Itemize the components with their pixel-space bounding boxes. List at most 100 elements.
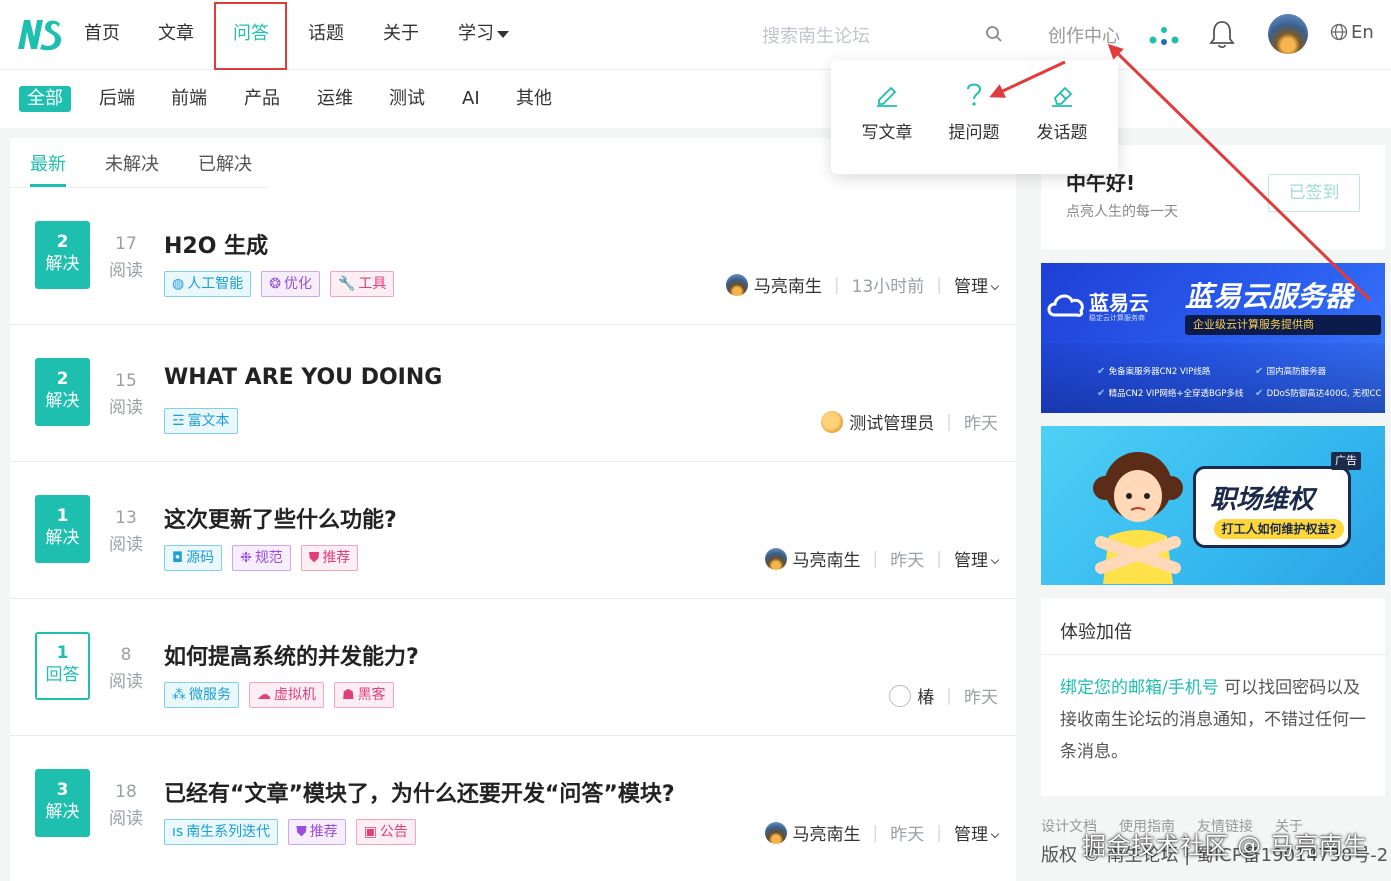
tag[interactable]: ☁ 虚拟机 <box>249 682 324 708</box>
question-list-panel: 最新 未解决 已解决 2 解决 17 阅读 H2O 生成 ◍ 人工智能 ❂ 优化 🔧 工具… <box>10 138 1016 881</box>
question-row[interactable]: 2 解决 15 阅读 WHAT ARE YOU DOING ☲ 富文本 测试管理员 |… <box>10 325 1016 462</box>
nav-about[interactable]: 关于 <box>383 22 419 46</box>
question-title[interactable]: 这次更新了些什么功能? <box>164 502 397 534</box>
author-avatar[interactable] <box>764 547 787 570</box>
creator-center-link[interactable]: 创作中心 <box>1048 22 1120 48</box>
ad-banner-workplace[interactable]: 职场维权 打工人如何维护权益? 广告 <box>1041 426 1385 585</box>
signed-in-button[interactable]: 已签到 <box>1268 174 1360 212</box>
tag[interactable]: ◘ 源码 <box>164 545 223 571</box>
author-avatar[interactable] <box>821 410 844 433</box>
tab-unsolved[interactable]: 未解决 <box>105 150 159 176</box>
category-backend[interactable]: 后端 <box>99 86 135 112</box>
divider <box>1041 654 1385 655</box>
menu-ask-question[interactable]: 提问题 <box>934 80 1014 143</box>
tag[interactable]: ⛊ 推荐 <box>288 819 346 845</box>
card-title: 体验加倍 <box>1060 622 1132 643</box>
cartoon-girl-illustration <box>1093 452 1183 584</box>
question-row[interactable]: 1 解决 13 阅读 这次更新了些什么功能? ◘ 源码 ❉ 规范 ⛊ 推荐 马亮南生 | … <box>10 462 1016 599</box>
nav-home[interactable]: 首页 <box>84 22 120 46</box>
nav-learn[interactable]: 学习 <box>458 22 509 46</box>
category-testing[interactable]: 测试 <box>389 86 425 112</box>
tag[interactable]: ıs 南生系列迭代 <box>164 819 279 845</box>
post-time: 昨天 <box>964 688 998 708</box>
watermark: 掘金技术社区 @ 马亮南生 <box>1082 832 1368 860</box>
logo-icon[interactable] <box>16 17 62 51</box>
globe-icon <box>1330 23 1348 41</box>
view-count: 18 阅读 <box>109 782 143 829</box>
ad-feature: 精品CN2 VIP网络+全穿透BGP多线 <box>1097 387 1244 399</box>
question-mark-icon <box>967 83 982 106</box>
tag-list: ◍ 人工智能 ❂ 优化 🔧 工具 <box>164 271 395 297</box>
search-icon[interactable] <box>985 25 1003 43</box>
user-avatar[interactable] <box>1268 14 1308 54</box>
question-title[interactable]: H2O 生成 <box>164 228 268 260</box>
author-avatar[interactable] <box>889 684 912 707</box>
answer-count-badge: 2 解决 <box>35 221 90 289</box>
author-name[interactable]: 马亮南生 <box>793 546 861 571</box>
ad-banner-cloud[interactable]: 蓝易云 稳定云计算服务商 蓝易云服务器 企业级云计算服务提供商 免备案服务器CN… <box>1041 263 1385 413</box>
ad-title: 职场维权 <box>1210 485 1315 515</box>
tag[interactable]: ◍ 人工智能 <box>164 271 252 297</box>
answer-count-badge: 2 解决 <box>35 358 90 426</box>
bell-icon[interactable] <box>1209 19 1235 49</box>
menu-post-topic[interactable]: 发话题 <box>1022 80 1102 143</box>
tag[interactable]: ❂ 优化 <box>261 271 320 297</box>
question-row[interactable]: 1 回答 8 阅读 如何提高系统的并发能力? ⁂ 微服务 ☁ 虚拟机 ☗ 黑客 椿 | 昨… <box>10 599 1016 736</box>
author-name[interactable]: 马亮南生 <box>754 272 822 297</box>
tag[interactable]: ▣ 公告 <box>355 819 416 845</box>
ad-brand-sub: 稳定云计算服务商 <box>1089 314 1145 322</box>
category-product[interactable]: 产品 <box>244 86 280 112</box>
post-time: 昨天 <box>964 414 998 434</box>
category-frontend[interactable]: 前端 <box>171 86 207 112</box>
nav-topics[interactable]: 话题 <box>308 22 344 46</box>
ad-headline: 蓝易云服务器 <box>1185 280 1354 313</box>
question-title[interactable]: 已经有“文章”模块了，为什么还要开发“问答”模块? <box>164 776 675 808</box>
manage-dropdown[interactable]: 管理 <box>954 820 1000 845</box>
search-input[interactable]: 搜索南生论坛 <box>762 22 870 48</box>
category-bar: 全部 后端 前端 产品 运维 测试 AI 其他 <box>0 70 1391 128</box>
category-ops[interactable]: 运维 <box>317 86 353 112</box>
category-all[interactable]: 全部 <box>19 86 71 112</box>
apps-dots-icon[interactable] <box>1148 24 1180 48</box>
menu-write-article[interactable]: 写文章 <box>847 80 927 143</box>
language-switch[interactable]: En <box>1330 22 1374 43</box>
author-name[interactable]: 椿 <box>917 683 934 708</box>
tab-solved[interactable]: 已解决 <box>198 150 252 176</box>
tag[interactable]: ☗ 黑客 <box>334 682 394 708</box>
nav-articles[interactable]: 文章 <box>158 22 194 46</box>
author-avatar[interactable] <box>764 821 787 844</box>
experience-card: 体验加倍 绑定您的邮箱/手机号 可以找回密码以及接收南生论坛的消息通知，不错过任… <box>1041 598 1385 796</box>
tag-list: ☲ 富文本 <box>164 408 238 434</box>
category-ai[interactable]: AI <box>462 86 480 112</box>
author-name[interactable]: 马亮南生 <box>793 820 861 845</box>
tag[interactable]: 🔧 工具 <box>329 271 395 297</box>
cloud-logo-icon <box>1047 294 1084 317</box>
manage-dropdown[interactable]: 管理 <box>954 546 1000 571</box>
ad-badge: 广告 <box>1331 452 1361 470</box>
tag[interactable]: ⛊ 推荐 <box>300 545 359 571</box>
author-name[interactable]: 测试管理员 <box>849 409 934 434</box>
divider: | <box>946 685 952 706</box>
greeting-subtitle: 点亮人生的每一天 <box>1066 204 1178 220</box>
bind-account-link[interactable]: 绑定您的邮箱/手机号 <box>1060 678 1219 698</box>
question-row[interactable]: 2 解决 17 阅读 H2O 生成 ◍ 人工智能 ❂ 优化 🔧 工具 马亮南生 | 13小… <box>10 188 1016 325</box>
tag[interactable]: ❉ 规范 <box>232 545 291 571</box>
question-title[interactable]: WHAT ARE YOU DOING <box>164 365 442 390</box>
tag-list: ◘ 源码 ❉ 规范 ⛊ 推荐 <box>164 545 359 571</box>
post-time: 昨天 <box>890 825 925 845</box>
category-other[interactable]: 其他 <box>516 86 552 112</box>
question-meta: 马亮南生 | 13小时前 | 管理 <box>725 272 1000 297</box>
tag-list: ıs 南生系列迭代 ⛊ 推荐 ▣ 公告 <box>164 819 416 845</box>
question-title[interactable]: 如何提高系统的并发能力? <box>164 639 419 671</box>
tag[interactable]: ⁂ 微服务 <box>164 682 239 708</box>
top-navbar: 首页 文章 问答 话题 关于 学习 搜索南生论坛 创作中心 En <box>0 0 1391 70</box>
question-row[interactable]: 3 解决 18 阅读 已经有“文章”模块了，为什么还要开发“问答”模块? ıs 南生系… <box>10 736 1016 873</box>
card-body: 绑定您的邮箱/手机号 可以找回密码以及接收南生论坛的消息通知，不错过任何一条消息… <box>1060 678 1366 762</box>
manage-dropdown[interactable]: 管理 <box>954 272 1000 297</box>
ad-subtitle: 打工人如何维护权益? <box>1214 519 1344 539</box>
tag[interactable]: ☲ 富文本 <box>164 408 238 434</box>
ad-speech-bubble: 职场维权 打工人如何维护权益? <box>1193 466 1351 548</box>
tab-latest[interactable]: 最新 <box>30 150 66 176</box>
author-avatar[interactable] <box>725 273 748 296</box>
ad-feature: 免备案服务器CN2 VIP线路 <box>1097 365 1211 377</box>
